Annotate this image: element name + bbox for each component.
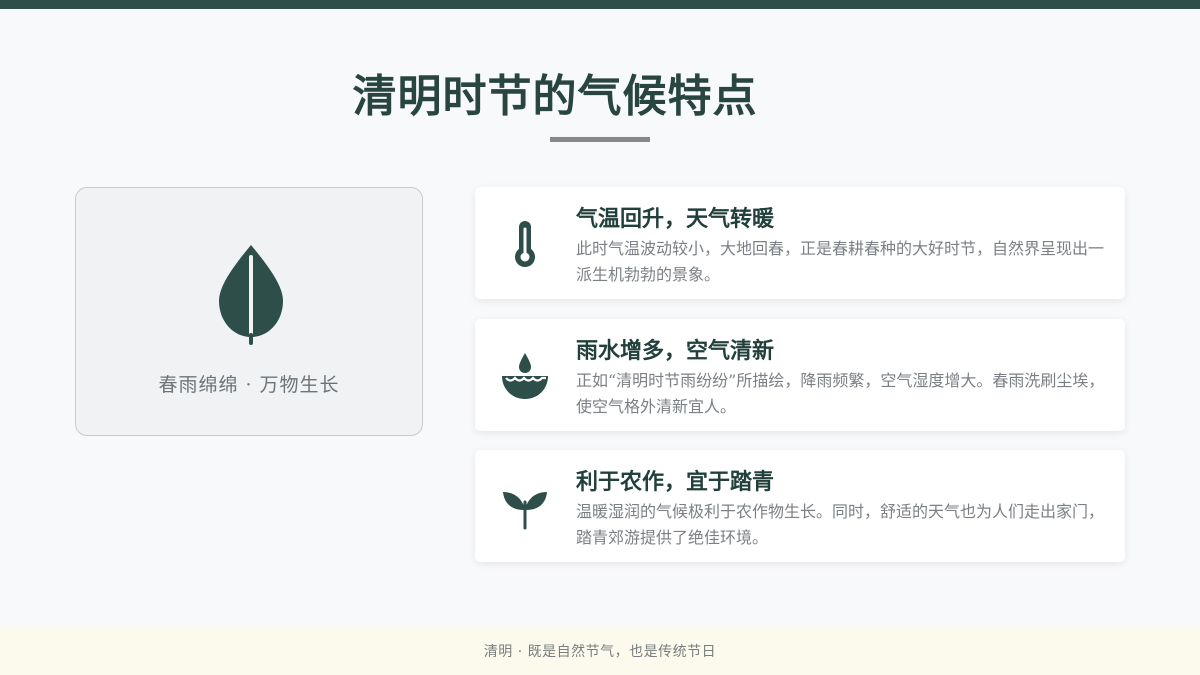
thermometer-icon (515, 221, 535, 267)
feature-title: 雨水增多，空气清新 (576, 338, 775, 364)
feature-card-rain: 雨水增多，空气清新 正如“清明时节雨纷纷”所描绘，降雨频繁，空气湿度增大。春雨洗… (475, 319, 1125, 431)
title-underline (550, 137, 650, 142)
feature-description: 此时气温波动较小，大地回春，正是春耕春种的大好时节，自然界呈现出一派生机勃勃的景… (576, 239, 1105, 284)
image-card: 春雨绵绵 · 万物生长 (75, 187, 423, 436)
feature-card-farming: 利于农作，宜于踏青 温暖湿润的气候极利于农作物生长。同时，舒适的天气也为人们走出… (475, 450, 1125, 562)
feature-card-temperature: 气温回升，天气转暖 此时气温波动较小，大地回春，正是春耕春种的大好时节，自然界呈… (475, 187, 1125, 299)
footer-text: 清明 · 既是自然节气，也是传统节日 (483, 644, 717, 660)
feature-title: 气温回升，天气转暖 (576, 206, 775, 232)
feature-description: 温暖湿润的气候极利于农作物生长。同时，舒适的天气也为人们走出家门，踏青郊游提供了… (576, 502, 1105, 547)
leaf-icon (219, 245, 283, 345)
image-caption: 春雨绵绵 · 万物生长 (158, 374, 340, 396)
feature-description: 正如“清明时节雨纷纷”所描绘，降雨频繁，空气湿度增大。春雨洗刷尘埃，使空气格外清… (576, 371, 1105, 416)
feature-title: 利于农作，宜于踏青 (576, 469, 775, 495)
sprout-icon (503, 492, 547, 530)
top-accent-bar (0, 0, 1200, 9)
page-title: 清明时节的气候特点 (352, 71, 758, 122)
water-drop-icon (502, 353, 548, 399)
footer: 清明 · 既是自然节气，也是传统节日 (0, 626, 1200, 675)
